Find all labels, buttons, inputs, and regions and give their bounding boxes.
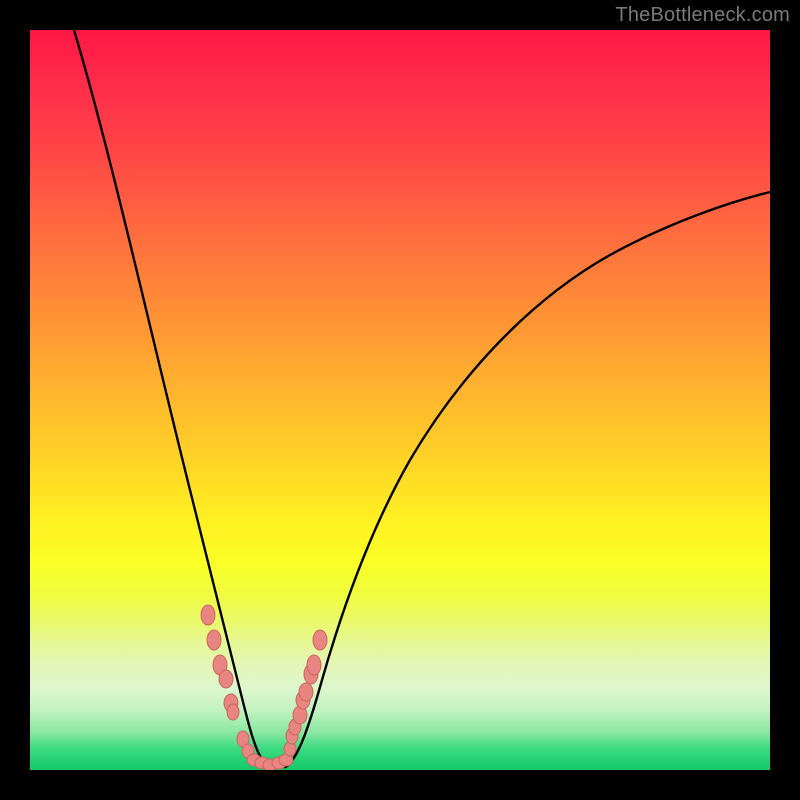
- curve-right: [286, 192, 770, 767]
- watermark-label: TheBottleneck.com: [615, 4, 790, 27]
- chart-frame: TheBottleneck.com: [0, 0, 800, 800]
- marker-dot: [207, 630, 221, 650]
- marker-dot: [307, 655, 321, 675]
- marker-dot: [313, 630, 327, 650]
- marker-dot: [299, 683, 313, 701]
- marker-dot: [201, 605, 215, 625]
- marker-dot: [227, 704, 239, 720]
- curve-left: [74, 30, 262, 760]
- marker-dot: [219, 670, 233, 688]
- chart-overlay: [30, 30, 770, 770]
- marker-cluster: [201, 605, 327, 770]
- plot-area: [30, 30, 770, 770]
